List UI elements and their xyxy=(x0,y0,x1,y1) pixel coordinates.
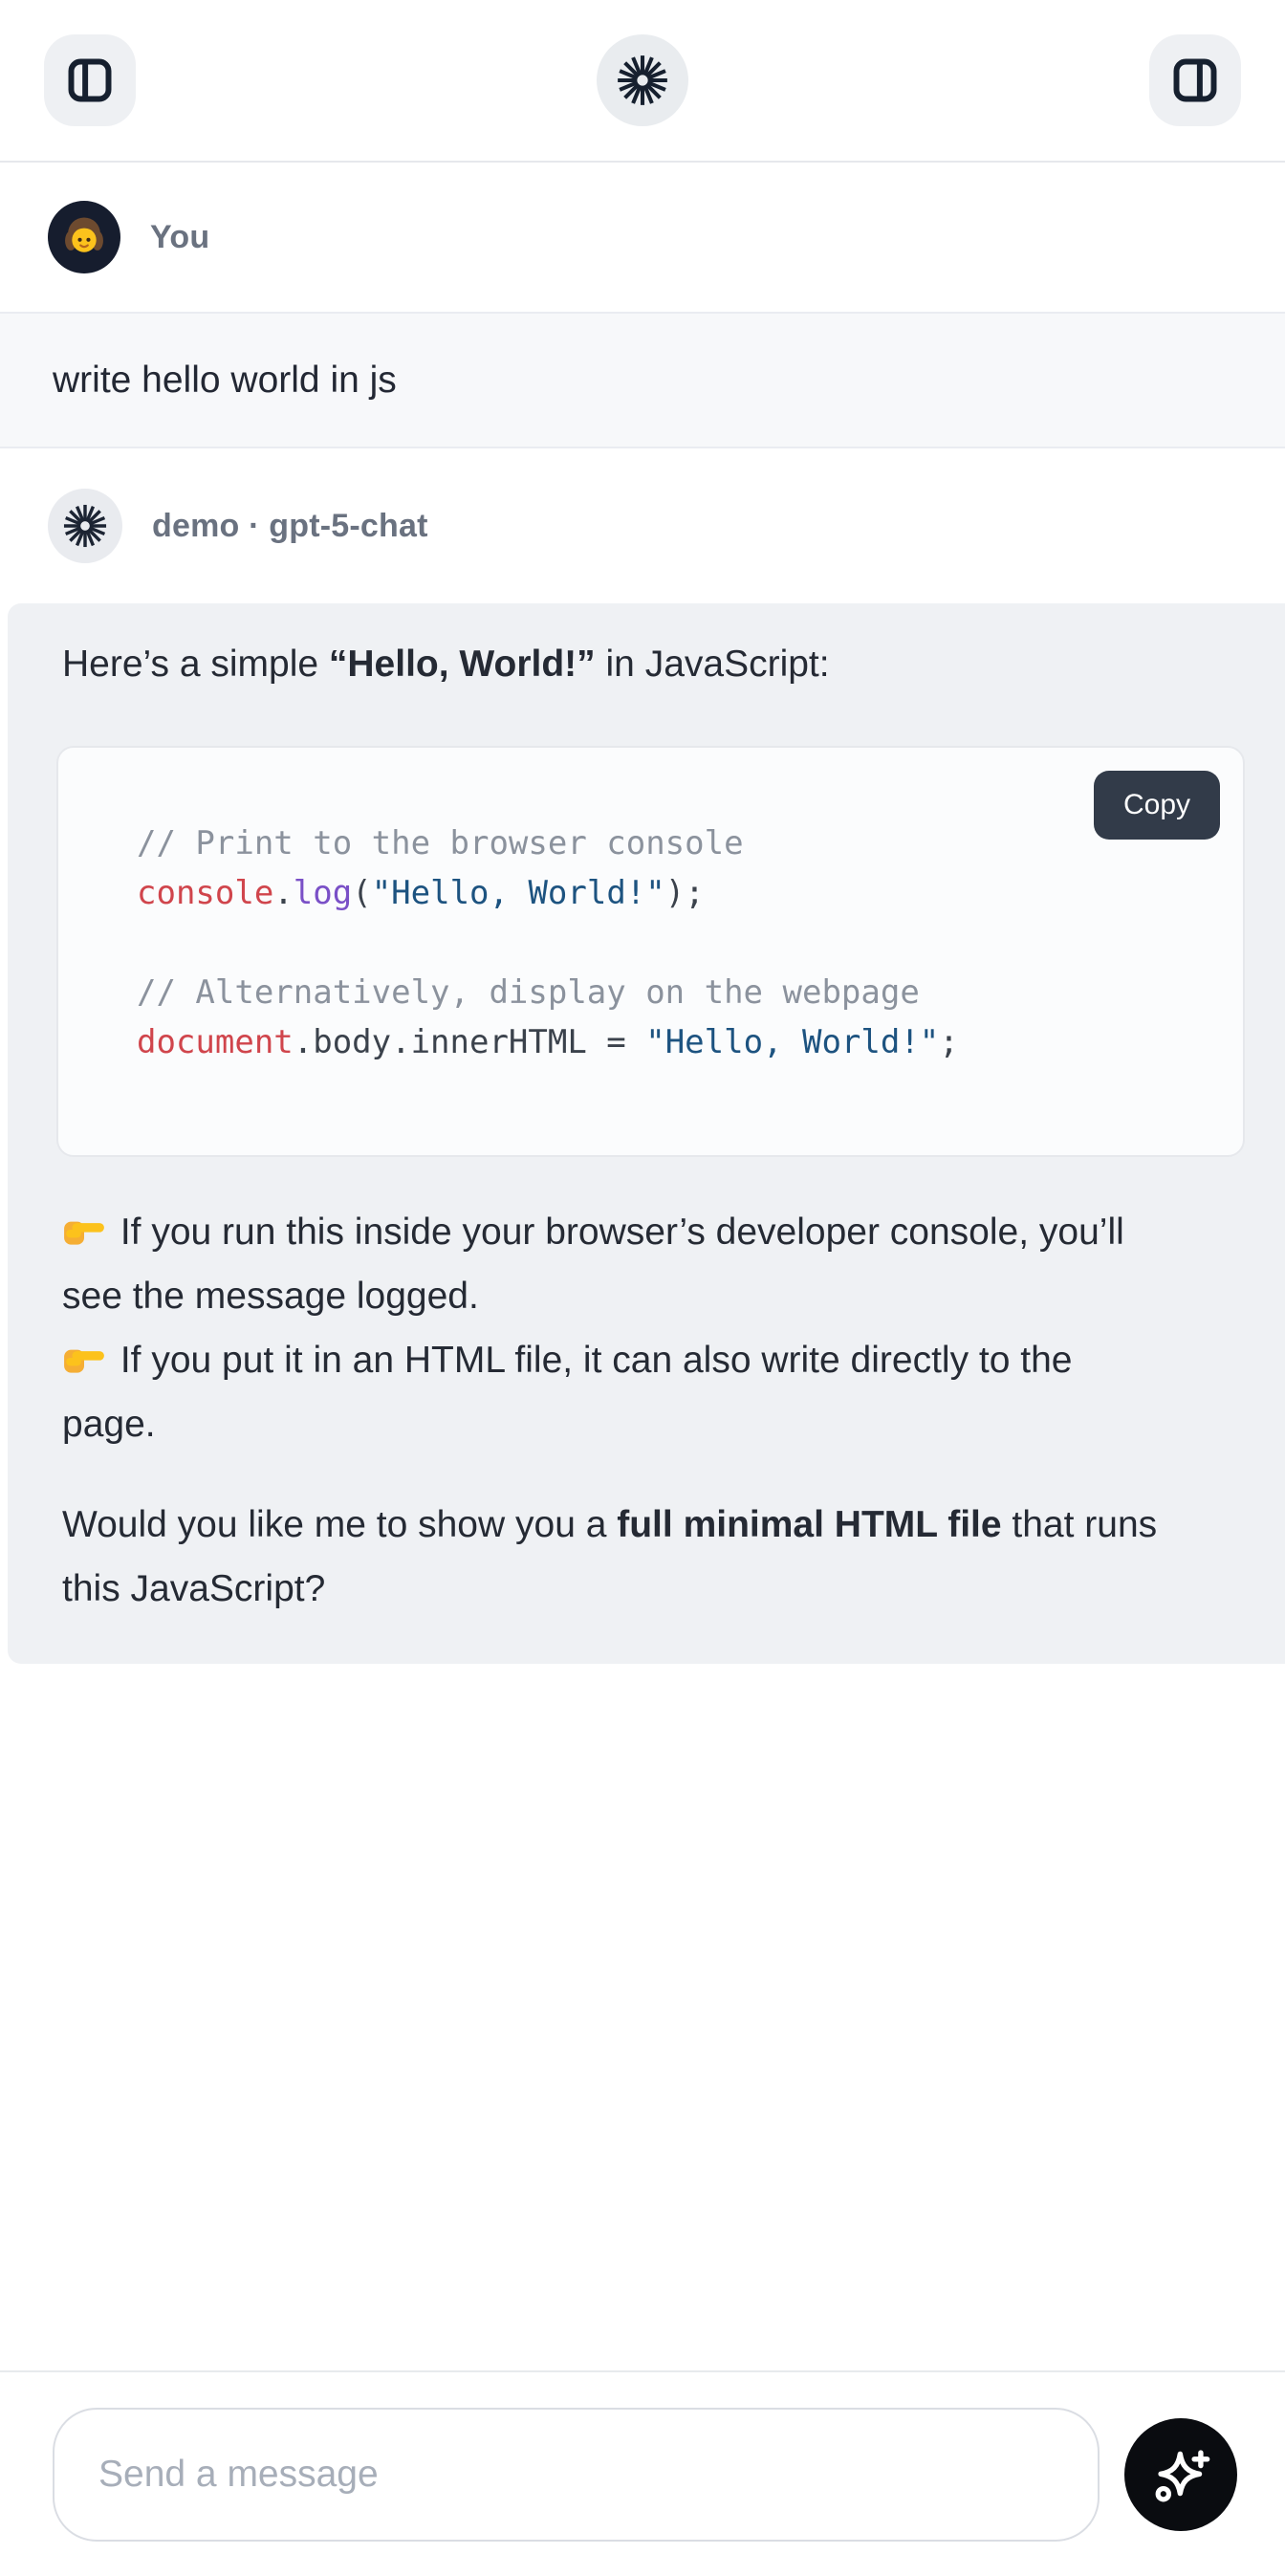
message-input[interactable] xyxy=(53,2408,1100,2542)
code-block: Copy // Print to the browser console con… xyxy=(56,746,1245,1157)
user-message-header: You xyxy=(0,163,1285,312)
user-avatar xyxy=(48,201,120,273)
panel-right-icon xyxy=(1170,55,1220,105)
user-message-text: write hello world in js xyxy=(53,360,397,402)
assistant-paragraph-2: Would you like me to show you a full min… xyxy=(56,1493,1245,1621)
user-sender-label: You xyxy=(150,219,209,256)
brand-button[interactable] xyxy=(597,34,688,126)
code-lines: // Print to the browser console console.… xyxy=(137,824,959,1061)
assistant-paragraph-1: If you run this inside your browser’s de… xyxy=(56,1200,1245,1456)
panel-left-icon xyxy=(65,55,115,105)
copy-button[interactable]: Copy xyxy=(1094,771,1220,840)
top-bar xyxy=(0,0,1285,163)
starburst-icon xyxy=(617,55,668,106)
code-content: // Print to the browser console console.… xyxy=(58,748,1243,1067)
assistant-sender-label: demo · gpt-5-chat xyxy=(152,508,428,545)
empty-scroll-area xyxy=(0,1664,1285,2370)
assistant-message-header: demo · gpt-5-chat xyxy=(0,448,1285,603)
point-right-emoji xyxy=(62,1211,106,1251)
composer-bar xyxy=(0,2370,1285,2576)
sparkle-icon xyxy=(1151,2445,1210,2504)
point-right-emoji xyxy=(62,1339,106,1379)
starburst-icon xyxy=(63,504,107,548)
assistant-intro-text: Here’s a simple “Hello, World!” in JavaS… xyxy=(56,632,1245,696)
assistant-message-bubble: Here’s a simple “Hello, World!” in JavaS… xyxy=(8,603,1285,1664)
send-button[interactable] xyxy=(1124,2418,1237,2531)
person-emoji xyxy=(56,209,112,265)
panel-toggle-button[interactable] xyxy=(1149,34,1241,126)
user-message-bubble: write hello world in js xyxy=(0,312,1285,448)
assistant-avatar xyxy=(48,489,122,563)
chat-app: You write hello world in js demo · gpt-5… xyxy=(0,0,1285,2576)
sidebar-toggle-button[interactable] xyxy=(44,34,136,126)
